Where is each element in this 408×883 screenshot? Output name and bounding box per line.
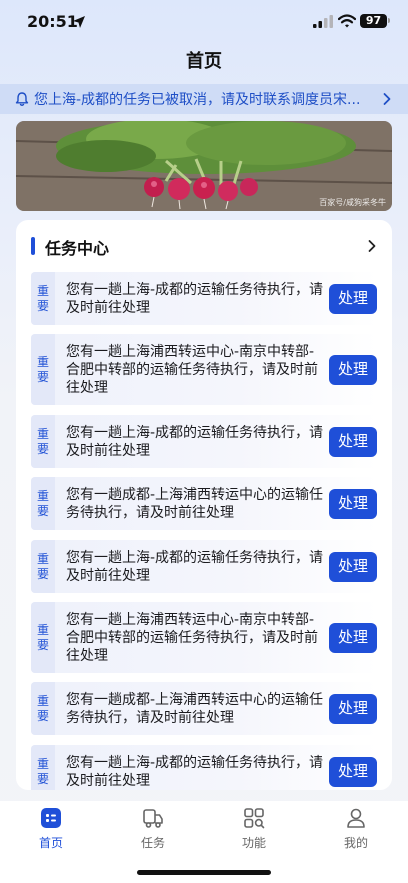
page-title: 首页 xyxy=(186,51,222,72)
tab-tasks-label: 任务 xyxy=(140,836,165,850)
task-item[interactable]: 重要 您有一趟上海-成都的运输任务待执行，请及时前往处理 处理 xyxy=(31,415,377,468)
bottom-tab-bar: 首页 任务 功能 我的 xyxy=(0,801,408,883)
tab-profile[interactable]: 我的 xyxy=(316,807,396,853)
handle-button[interactable]: 处理 xyxy=(329,488,377,519)
handle-button[interactable]: 处理 xyxy=(329,426,377,457)
tab-home[interactable]: 首页 xyxy=(11,807,91,853)
chevron-right-icon xyxy=(383,93,391,105)
priority-tag: 重要 xyxy=(31,334,55,405)
truck-icon xyxy=(143,809,163,828)
handle-button[interactable]: 处理 xyxy=(329,756,377,787)
task-description: 您有一趟成都-上海浦西转运中心的运输任务待执行，请及时前往处理 xyxy=(66,691,324,726)
handle-button[interactable]: 处理 xyxy=(329,551,377,582)
chevron-right-icon[interactable] xyxy=(367,239,377,253)
task-center-header[interactable]: 任务中心 xyxy=(31,234,377,258)
task-item[interactable]: 重要 您有一趟成都-上海浦西转运中心的运输任务待执行，请及时前往处理 处理 xyxy=(31,477,377,530)
task-description: 您有一趟上海浦西转运中心-南京中转部-合肥中转部的运输任务待执行，请及时前往处理 xyxy=(66,343,318,396)
banner-image[interactable]: 百家号/咸狗采冬牛 xyxy=(16,121,392,211)
task-item[interactable]: 重要 您有一趟上海-成都的运输任务待执行，请及时前往处理 处理 xyxy=(31,745,377,790)
priority-tag: 重要 xyxy=(31,745,55,790)
tab-tasks[interactable]: 任务 xyxy=(113,807,193,853)
priority-tag: 重要 xyxy=(31,272,55,325)
task-item[interactable]: 重要 您有一趟上海浦西转运中心-南京中转部-合肥中转部的运输任务待执行，请及时前… xyxy=(31,334,377,405)
task-item[interactable]: 重要 您有一趟上海-成都的运输任务待执行，请及时前往处理 处理 xyxy=(31,272,377,325)
priority-tag: 重要 xyxy=(31,602,55,673)
handle-button[interactable]: 处理 xyxy=(329,354,377,385)
notice-text: 您上海-成都的任务已被取消，请及时联系调度员宋... xyxy=(34,92,361,108)
task-center-title: 任务中心 xyxy=(45,239,110,258)
battery-indicator: 97 xyxy=(360,14,387,28)
task-item[interactable]: 重要 您有一趟成都-上海浦西转运中心的运输任务待执行，请及时前往处理 处理 xyxy=(31,682,377,735)
battery-tip xyxy=(388,18,390,23)
priority-tag: 重要 xyxy=(31,477,55,530)
tab-profile-label: 我的 xyxy=(343,836,368,850)
task-item[interactable]: 重要 您有一趟上海浦西转运中心-南京中转部-合肥中转部的运输任务待执行，请及时前… xyxy=(31,602,377,673)
handle-button[interactable]: 处理 xyxy=(329,283,377,314)
user-icon xyxy=(347,808,365,828)
status-bar: 20:51 97 xyxy=(0,0,408,44)
status-time: 20:51 xyxy=(27,12,78,31)
priority-tag: 重要 xyxy=(31,415,55,468)
handle-button[interactable]: 处理 xyxy=(329,622,377,653)
title-accent-bar xyxy=(31,237,35,255)
task-description: 您有一趟上海-成都的运输任务待执行，请及时前往处理 xyxy=(66,549,324,584)
task-description: 您有一趟上海-成都的运输任务待执行，请及时前往处理 xyxy=(66,281,324,316)
home-indicator xyxy=(137,870,271,875)
task-description: 您有一趟上海浦西转运中心-南京中转部-合肥中转部的运输任务待执行，请及时前往处理 xyxy=(66,611,318,664)
location-arrow-icon xyxy=(73,16,85,28)
cellular-signal-icon xyxy=(313,15,333,28)
handle-button[interactable]: 处理 xyxy=(329,693,377,724)
bell-icon xyxy=(15,92,29,106)
tab-home-label: 首页 xyxy=(38,836,63,850)
priority-tag: 重要 xyxy=(31,540,55,593)
tab-functions-label: 功能 xyxy=(241,836,266,850)
grid-search-icon xyxy=(244,808,265,829)
home-icon xyxy=(41,808,61,828)
wifi-icon xyxy=(338,14,356,28)
banner-watermark: 百家号/咸狗采冬牛 xyxy=(319,198,386,207)
task-center-card: 任务中心 重要 您有一趟上海-成都的运输任务待执行，请及时前往处理 处理 重要 … xyxy=(16,220,392,790)
task-item[interactable]: 重要 您有一趟上海-成都的运输任务待执行，请及时前往处理 处理 xyxy=(31,540,377,593)
task-description: 您有一趟上海-成都的运输任务待执行，请及时前往处理 xyxy=(66,424,324,459)
notice-bar[interactable]: 您上海-成都的任务已被取消，请及时联系调度员宋... xyxy=(0,84,408,114)
priority-tag: 重要 xyxy=(31,682,55,735)
tab-functions[interactable]: 功能 xyxy=(214,807,294,853)
task-description: 您有一趟上海-成都的运输任务待执行，请及时前往处理 xyxy=(66,754,324,789)
task-description: 您有一趟成都-上海浦西转运中心的运输任务待执行，请及时前往处理 xyxy=(66,486,324,521)
